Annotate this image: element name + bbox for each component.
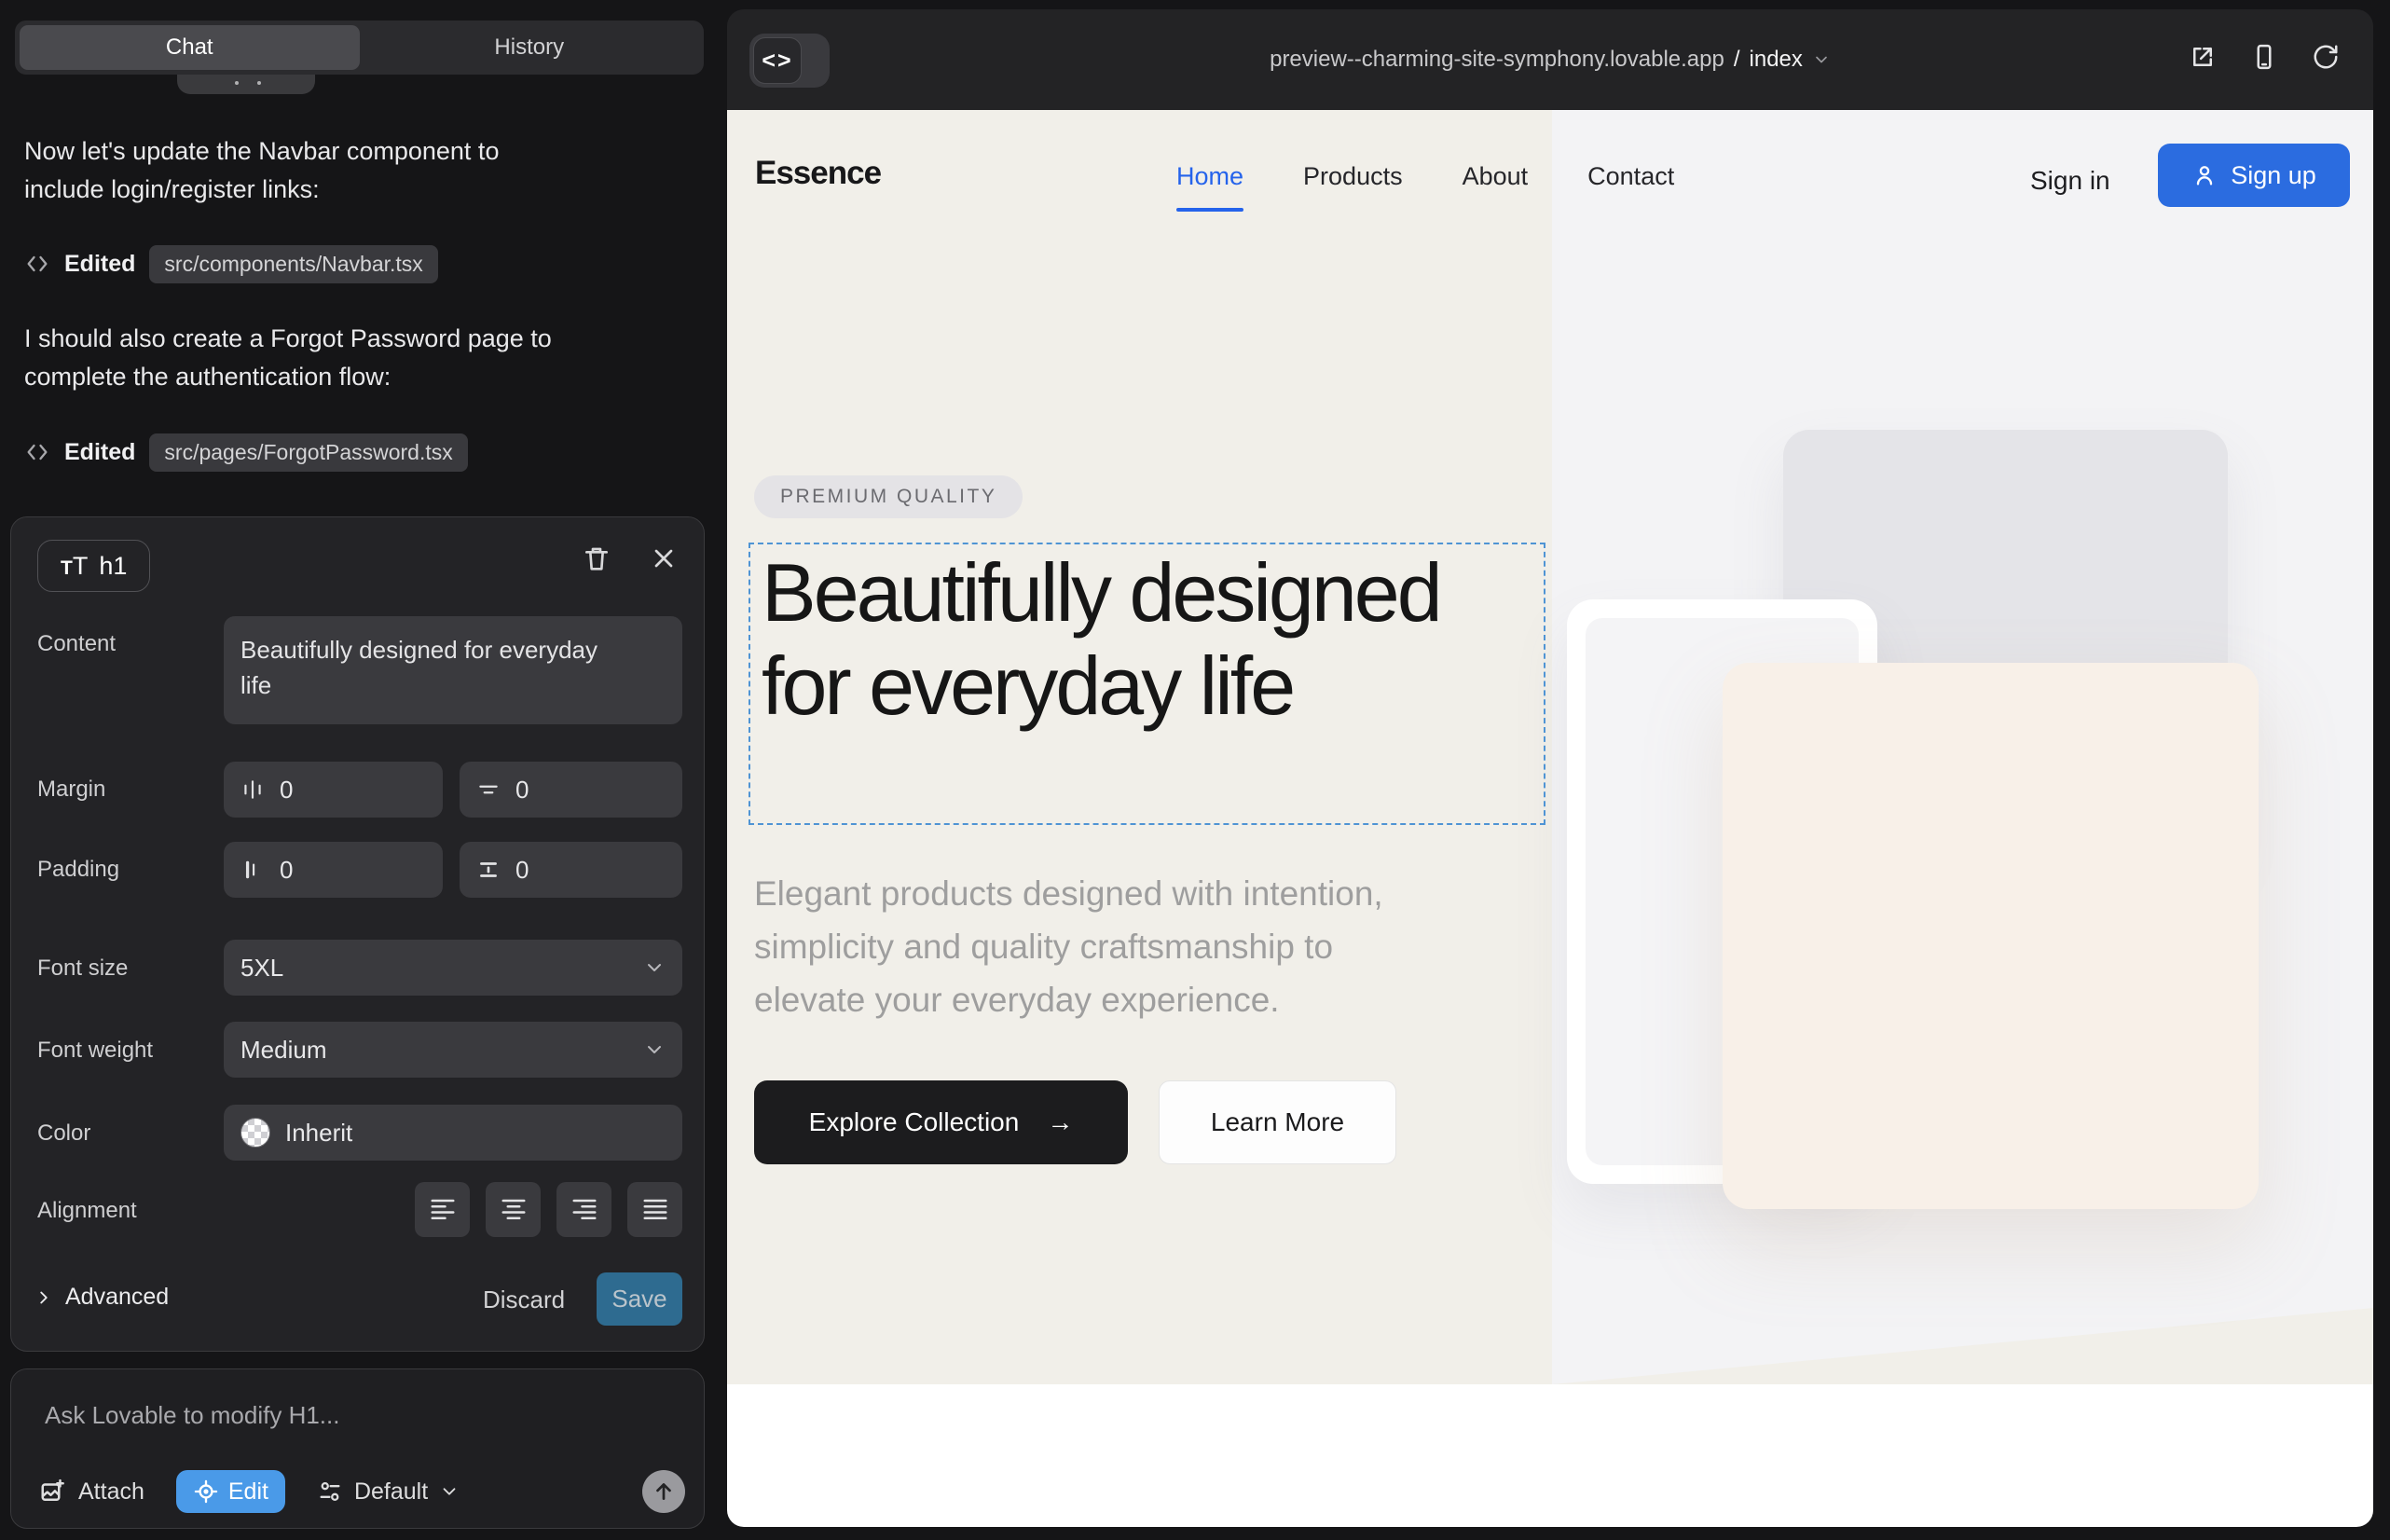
- element-editor-panel: TT h1 Content Beautifully designed for e…: [10, 516, 705, 1352]
- learn-more-button[interactable]: Learn More: [1159, 1080, 1396, 1164]
- nav-link-products[interactable]: Products: [1303, 162, 1403, 191]
- margin-x-field[interactable]: [224, 762, 443, 818]
- padding-x-input[interactable]: [280, 856, 426, 885]
- color-label: Color: [37, 1121, 90, 1147]
- close-editor-button[interactable]: [649, 543, 680, 575]
- nav-link-home[interactable]: Home: [1176, 162, 1243, 191]
- chevron-down-icon: [439, 1481, 460, 1502]
- margin-y-field[interactable]: [460, 762, 682, 818]
- lovable-side-panel: Chat History Now let's update the Navbar…: [0, 0, 722, 1540]
- mobile-preview-icon[interactable]: [2250, 43, 2278, 71]
- padding-x-field[interactable]: [224, 842, 443, 898]
- align-center-button[interactable]: [486, 1182, 541, 1237]
- hero-heading[interactable]: Beautifully designed for everyday life: [762, 546, 1470, 733]
- target-icon: [193, 1478, 219, 1505]
- browser-chrome-bar: <> preview--charming-site-symphony.lovab…: [727, 9, 2373, 110]
- margin-horizontal-icon: [240, 777, 265, 802]
- color-picker-field[interactable]: Inherit: [224, 1105, 682, 1161]
- chevron-right-icon: [34, 1287, 54, 1308]
- edited-label: Edited: [64, 439, 135, 466]
- content-input[interactable]: Beautifully designed for everyday life: [224, 616, 682, 724]
- scrolled-chip-peek: [177, 75, 315, 94]
- url-domain: preview--charming-site-symphony.lovable.…: [1270, 47, 1724, 73]
- attach-button[interactable]: Attach: [39, 1478, 144, 1506]
- decor-card-beige: [1723, 663, 2259, 1209]
- model-default-selector[interactable]: Default: [317, 1478, 460, 1506]
- h1-selection-outline[interactable]: Beautifully designed for everyday life: [749, 543, 1545, 825]
- padding-vertical-icon: [476, 858, 501, 882]
- open-external-icon[interactable]: [2189, 43, 2217, 71]
- discard-button[interactable]: Discard: [483, 1286, 565, 1314]
- url-bar[interactable]: preview--charming-site-symphony.lovable.…: [727, 9, 2373, 110]
- color-swatch-transparent: [240, 1118, 270, 1148]
- chat-message: I should also create a Forgot Password p…: [24, 320, 691, 396]
- content-label: Content: [37, 631, 116, 657]
- url-path: index: [1750, 47, 1803, 73]
- chevron-down-icon: [1812, 50, 1831, 69]
- attach-image-icon: [39, 1478, 67, 1506]
- site-logo[interactable]: Essence: [755, 155, 881, 192]
- sliders-icon: [317, 1478, 343, 1505]
- site-nav: Home Products About Contact: [1176, 162, 1674, 191]
- font-weight-select[interactable]: Medium: [224, 1022, 682, 1078]
- edited-file-row: Edited src/components/Navbar.tsx: [24, 244, 438, 283]
- tab-history[interactable]: History: [360, 25, 700, 70]
- code-icon: [24, 439, 50, 465]
- align-justify-button[interactable]: [627, 1182, 682, 1237]
- code-icon: [24, 251, 50, 277]
- selected-element-tag[interactable]: TT h1: [37, 540, 150, 592]
- explore-collection-button[interactable]: Explore Collection →: [754, 1080, 1128, 1164]
- padding-y-field[interactable]: [460, 842, 682, 898]
- padding-y-input[interactable]: [515, 856, 666, 885]
- nav-link-about[interactable]: About: [1463, 162, 1529, 191]
- edit-mode-button[interactable]: Edit: [176, 1470, 285, 1513]
- chat-composer: Attach Edit Default: [10, 1368, 705, 1529]
- nav-link-contact[interactable]: Contact: [1587, 162, 1674, 191]
- font-weight-label: Font weight: [37, 1038, 153, 1064]
- align-left-button[interactable]: [415, 1182, 470, 1237]
- margin-x-input[interactable]: [280, 776, 426, 804]
- send-button[interactable]: [642, 1470, 685, 1513]
- chat-message: Now let's update the Navbar component to…: [24, 132, 691, 209]
- chat-history-tabbar: Chat History: [15, 21, 704, 75]
- align-right-button[interactable]: [556, 1182, 611, 1237]
- edited-file-row: Edited src/pages/ForgotPassword.tsx: [24, 433, 468, 472]
- sign-in-link[interactable]: Sign in: [2030, 166, 2110, 196]
- chevron-down-icon: [643, 1038, 666, 1061]
- margin-vertical-icon: [476, 777, 501, 802]
- margin-y-input[interactable]: [515, 776, 666, 804]
- user-icon: [2191, 162, 2218, 188]
- sign-up-button[interactable]: Sign up: [2158, 144, 2350, 207]
- chevron-down-icon: [643, 956, 666, 979]
- composer-input[interactable]: [45, 1401, 660, 1430]
- padding-label: Padding: [37, 857, 119, 883]
- edited-label: Edited: [64, 251, 135, 278]
- tab-chat[interactable]: Chat: [20, 25, 360, 70]
- text-size-icon: TT: [61, 552, 88, 581]
- premium-quality-badge: PREMIUM QUALITY: [754, 475, 1023, 518]
- refresh-icon[interactable]: [2312, 43, 2340, 71]
- url-separator: /: [1734, 47, 1740, 73]
- font-size-select[interactable]: 5XL: [224, 940, 682, 996]
- file-chip[interactable]: src/pages/ForgotPassword.tsx: [149, 433, 467, 472]
- save-button[interactable]: Save: [597, 1272, 682, 1326]
- hero-cta-row: Explore Collection → Learn More: [754, 1080, 1396, 1164]
- advanced-toggle[interactable]: Advanced: [34, 1284, 169, 1311]
- padding-horizontal-icon: [240, 858, 265, 882]
- file-chip[interactable]: src/components/Navbar.tsx: [149, 245, 437, 283]
- site-viewport: Essence Home Products About Contact Sign…: [727, 110, 2373, 1527]
- font-size-label: Font size: [37, 956, 128, 982]
- delete-element-button[interactable]: [582, 543, 613, 575]
- arrow-right-icon: →: [1047, 1107, 1073, 1137]
- hero-paragraph: Elegant products designed with intention…: [754, 867, 1383, 1026]
- alignment-label: Alignment: [37, 1198, 137, 1224]
- margin-label: Margin: [37, 777, 105, 803]
- preview-browser-frame: <> preview--charming-site-symphony.lovab…: [727, 9, 2373, 1527]
